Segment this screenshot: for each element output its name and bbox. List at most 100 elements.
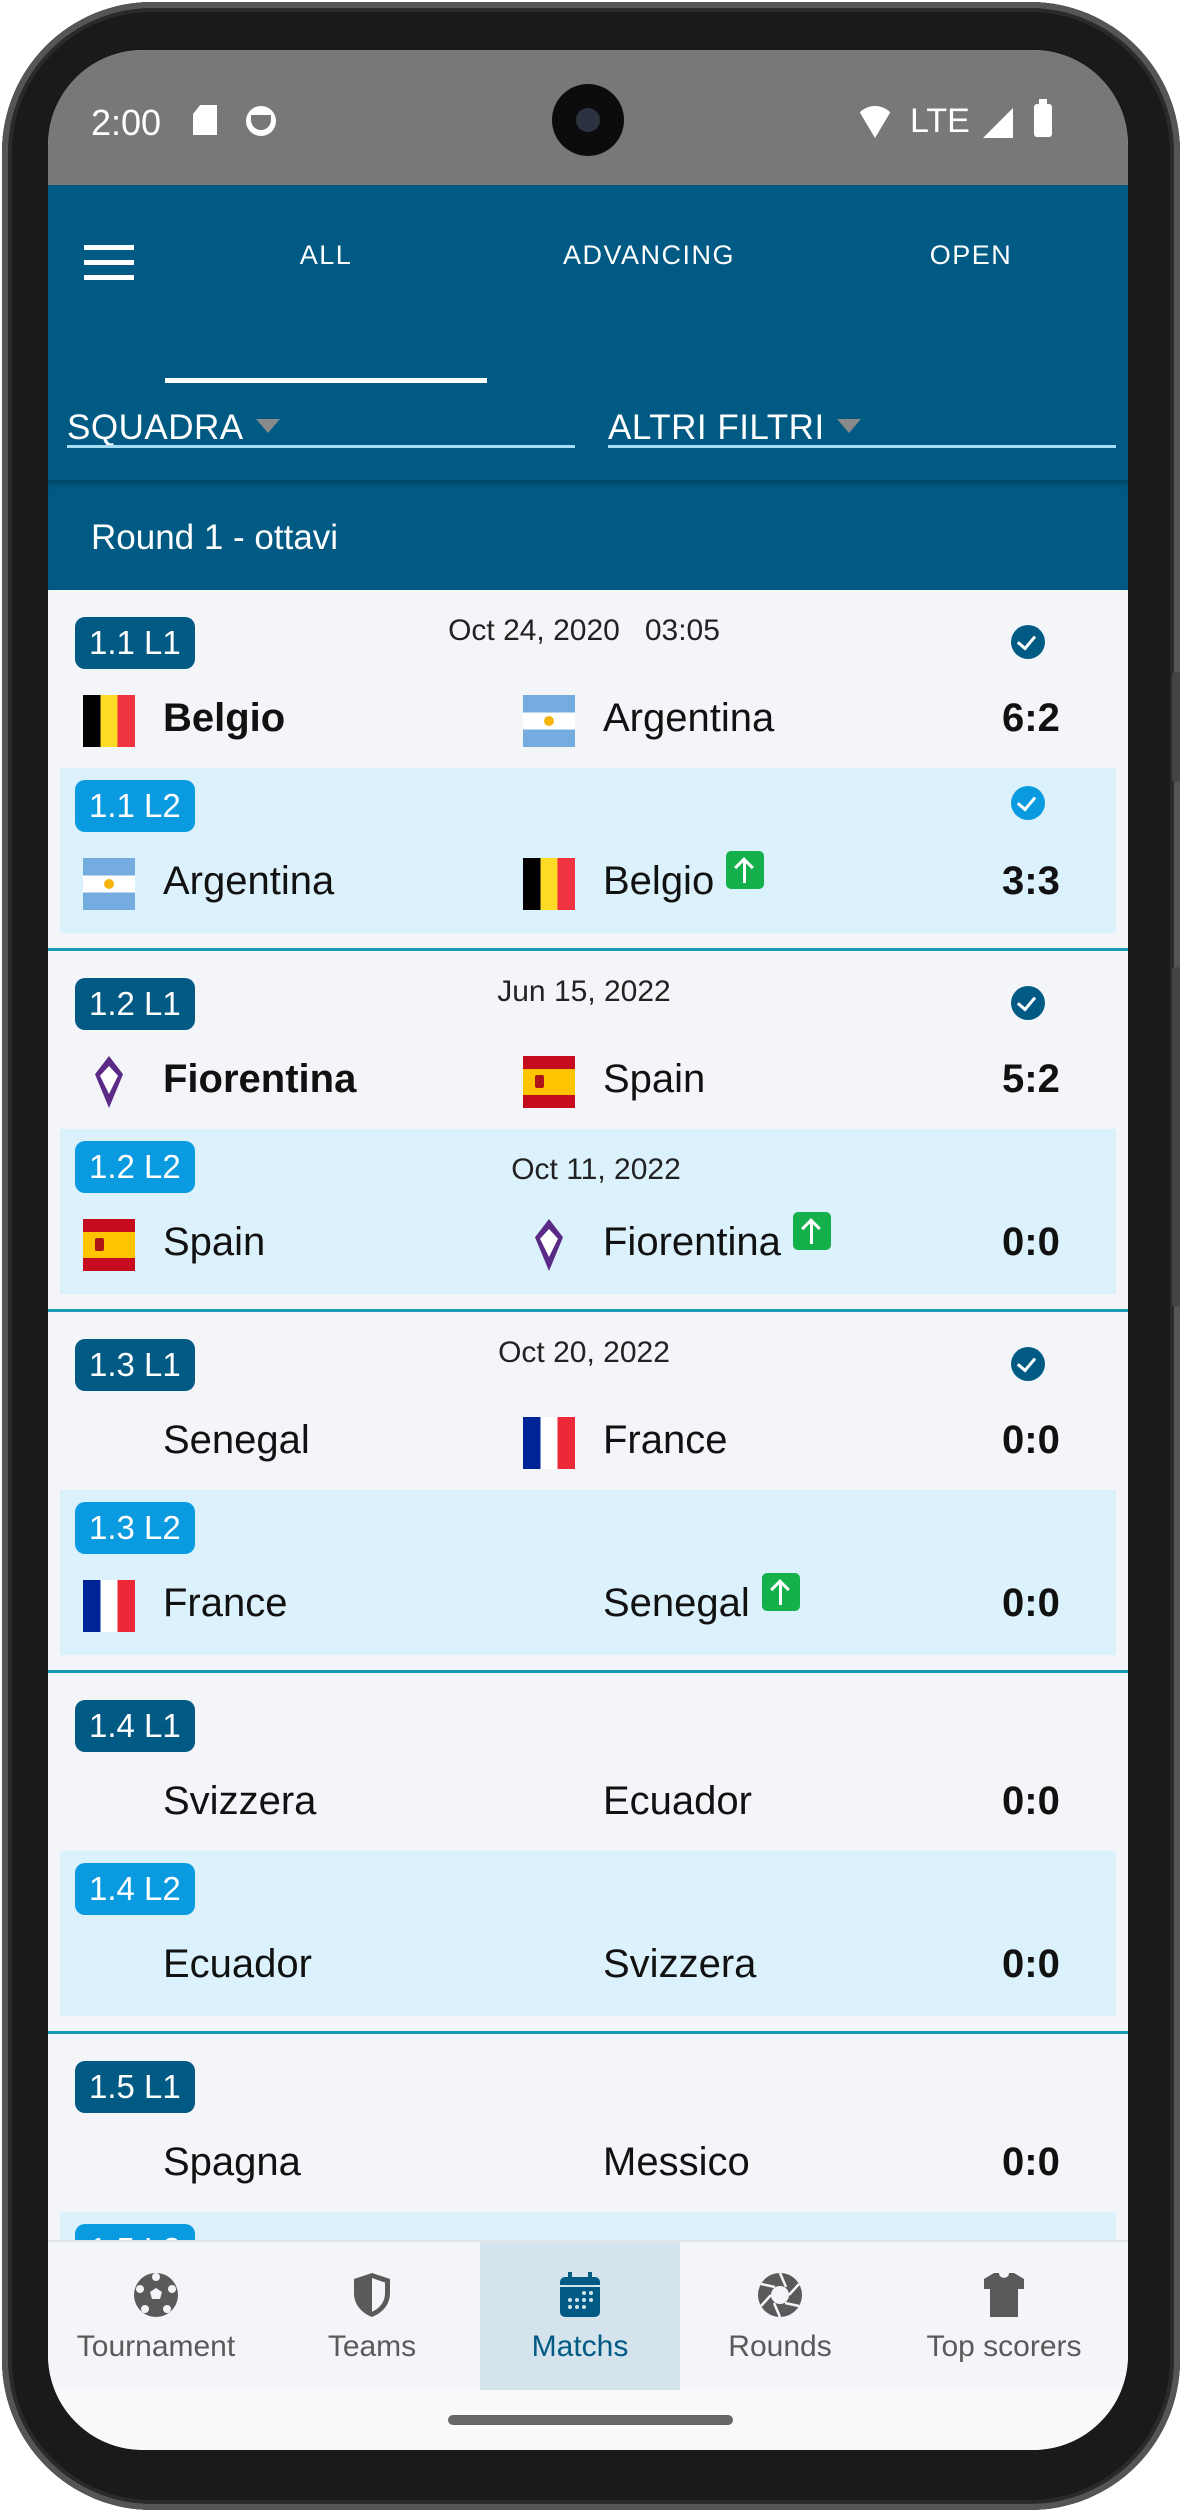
completed-check-icon[interactable] xyxy=(1011,986,1045,1020)
away-team[interactable]: France xyxy=(603,1412,728,1468)
match-leg-1[interactable]: 1.1 L1 Oct 24, 2020 03:05 Belgio Argentina 6… xyxy=(48,590,1128,768)
volume-button xyxy=(1172,672,1180,782)
match-score: 0:0 xyxy=(1002,1581,1060,1625)
aperture-icon xyxy=(758,2272,802,2318)
wifi-icon xyxy=(856,106,894,138)
home-team[interactable]: Spain xyxy=(163,1214,265,1270)
argentina-flag-icon xyxy=(523,695,575,747)
team-name: Fiorentina xyxy=(603,1220,781,1264)
team-filter-label: SQUADRA xyxy=(67,408,280,448)
completed-check-icon[interactable] xyxy=(1011,625,1045,659)
home-team[interactable]: Belgio xyxy=(163,690,285,746)
team-name: Ecuador xyxy=(163,1942,312,1986)
team-name: Argentina xyxy=(163,859,335,903)
leg2-wrapper: 1.4 L2 Ecuador Svizzera 0:0 xyxy=(48,1851,1128,2031)
belgium-flag-icon xyxy=(523,858,575,910)
match-leg-2[interactable]: 1.4 L2 Ecuador Svizzera 0:0 xyxy=(60,1851,1116,2016)
match-leg-2[interactable]: 1.2 L2 Oct 11, 2022 Spain Fiorentina 0:0 xyxy=(60,1129,1116,1294)
round-header: Round 1 - ottavi xyxy=(48,480,1128,590)
leg-code-badge: 1.5 L1 xyxy=(75,2061,195,2113)
match-group: 1.4 L1 Svizzera Ecuador 0:0 1.4 L2 Ecuador Svi… xyxy=(48,1673,1128,2034)
tab-all[interactable]: ALL xyxy=(165,240,487,290)
front-camera xyxy=(552,84,624,156)
away-team[interactable]: Spain xyxy=(603,1051,705,1107)
match-leg-1[interactable]: 1.2 L1 Jun 15, 2022 Fiorentina Spain 5:2 xyxy=(48,951,1128,1129)
team-name: France xyxy=(603,1418,728,1462)
nav-teams[interactable]: Teams xyxy=(264,2242,480,2392)
match-leg-1[interactable]: 1.5 L1 Spagna Messico 0:0 xyxy=(48,2034,1128,2212)
team-name: Fiorentina xyxy=(163,1057,357,1101)
match-date: Jun 15, 2022 xyxy=(497,975,671,1008)
app-bar: ALL ADVANCING OPEN SQUADRA ALTRI FILTRI … xyxy=(48,185,1128,590)
team-name: Spain xyxy=(163,1220,266,1264)
home-gesture-bar[interactable] xyxy=(448,2415,733,2425)
away-team[interactable]: Belgio xyxy=(603,851,765,909)
leg2-wrapper: 1.3 L2 France Senegal 0:0 xyxy=(48,1490,1128,1670)
home-team[interactable]: Argentina xyxy=(163,853,334,909)
nav-tournament[interactable]: Tournament xyxy=(48,2242,264,2392)
away-team[interactable]: Svizzera xyxy=(603,1936,756,1992)
round-title: Round 1 - ottavi xyxy=(91,518,339,557)
away-team[interactable]: Argentina xyxy=(603,690,774,746)
away-team[interactable]: Fiorentina xyxy=(603,1212,831,1270)
match-leg-1[interactable]: 1.3 L1 Oct 20, 2022 Senegal France 0:0 xyxy=(48,1312,1128,1490)
team-filter-dropdown[interactable]: SQUADRA xyxy=(67,320,575,448)
sd-card-icon xyxy=(193,105,217,135)
hamburger-menu-icon[interactable] xyxy=(84,245,134,281)
screen: 2:00 LTE ALL ADVANCING OPEN SQUADRA ALTR… xyxy=(48,50,1128,2450)
home-team[interactable]: Fiorentina xyxy=(163,1051,356,1107)
status-time: 2:00 xyxy=(91,102,162,143)
status-bar: 2:00 LTE xyxy=(48,50,1128,185)
match-score: 0:0 xyxy=(1002,1418,1060,1462)
other-filters-dropdown[interactable]: ALTRI FILTRI xyxy=(608,320,1116,448)
nav-top-scorers[interactable]: Top scorers xyxy=(880,2242,1128,2392)
team-name: Senegal xyxy=(603,1581,750,1625)
match-leg-2[interactable]: 1.3 L2 France Senegal 0:0 xyxy=(60,1490,1116,1655)
tab-open[interactable]: OPEN xyxy=(810,240,1128,290)
belgium-flag-icon xyxy=(83,695,135,747)
argentina-flag-icon xyxy=(83,858,135,910)
tab-advancing[interactable]: ADVANCING xyxy=(488,240,810,290)
team-name: Messico xyxy=(603,2140,750,2184)
match-score: 0:0 xyxy=(1002,1779,1060,1823)
nav-rounds[interactable]: Rounds xyxy=(680,2242,880,2392)
home-team[interactable]: Spagna xyxy=(163,2134,301,2190)
leg2-wrapper: 1.1 L2 Argentina Belgio 3:3 xyxy=(48,768,1128,948)
completed-check-icon[interactable] xyxy=(1011,1347,1045,1381)
bottom-navigation: Tournament Teams Matchs Rounds Top score… xyxy=(48,2240,1128,2392)
match-leg-2[interactable]: 1.1 L2 Argentina Belgio 3:3 xyxy=(60,768,1116,933)
team-name: Argentina xyxy=(603,696,775,740)
dropdown-caret-icon xyxy=(255,418,280,433)
advancing-arrow-icon xyxy=(761,1573,800,1611)
match-date: Oct 11, 2022 xyxy=(511,1153,681,1186)
home-team[interactable]: France xyxy=(163,1575,288,1631)
match-list[interactable]: 1.1 L1 Oct 24, 2020 03:05 Belgio Argentina 6… xyxy=(48,590,1128,2290)
match-score: 3:3 xyxy=(1002,859,1060,903)
home-team[interactable]: Ecuador xyxy=(163,1936,312,1992)
soccer-ball-icon xyxy=(134,2273,178,2317)
team-name: France xyxy=(163,1581,288,1625)
france-flag-icon xyxy=(523,1417,575,1469)
match-date: Oct 24, 2020 03:05 xyxy=(448,614,720,647)
team-name: Senegal xyxy=(163,1418,310,1462)
power-button xyxy=(1172,967,1180,1307)
network-type: LTE xyxy=(910,102,970,140)
leg-code-badge: 1.1 L2 xyxy=(75,780,195,832)
spain-flag-icon xyxy=(83,1219,135,1271)
nav-matchs[interactable]: Matchs xyxy=(480,2242,680,2392)
away-team[interactable]: Messico xyxy=(603,2134,750,2190)
match-score: 6:2 xyxy=(1002,696,1060,740)
home-team[interactable]: Senegal xyxy=(163,1412,310,1468)
away-team[interactable]: Ecuador xyxy=(603,1773,752,1829)
match-leg-1[interactable]: 1.4 L1 Svizzera Ecuador 0:0 xyxy=(48,1673,1128,1851)
team-name: Ecuador xyxy=(603,1779,752,1823)
advancing-arrow-icon xyxy=(792,1212,831,1250)
away-team[interactable]: Senegal xyxy=(603,1573,800,1631)
nav-label: Matchs xyxy=(531,2330,629,2363)
home-team[interactable]: Svizzera xyxy=(163,1773,316,1829)
dropdown-caret-icon xyxy=(836,418,861,433)
completed-check-icon[interactable] xyxy=(1011,786,1045,820)
match-score: 5:2 xyxy=(1002,1057,1060,1101)
battery-icon xyxy=(1034,99,1052,137)
team-name: Spagna xyxy=(163,2140,301,2184)
